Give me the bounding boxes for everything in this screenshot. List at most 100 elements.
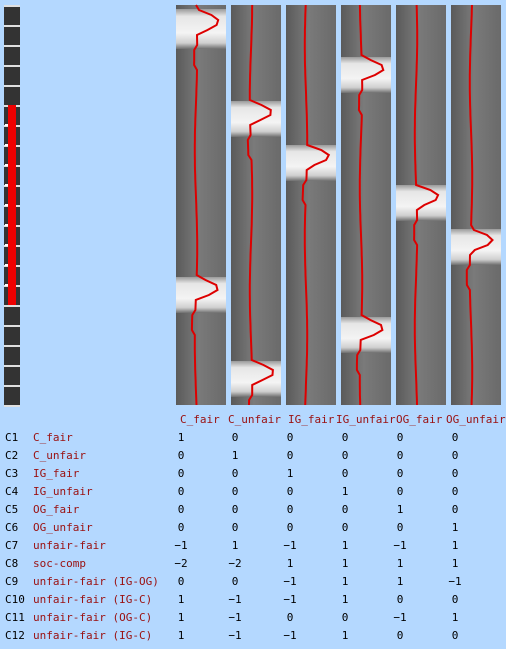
regressor-column-0 — [176, 4, 226, 406]
contrast-weight: −1 — [283, 539, 297, 552]
contrast-weight: 0 — [286, 431, 294, 444]
contrast-id: C11 — [5, 611, 25, 624]
regressor-column-2 — [286, 4, 336, 406]
contrast-name: unfair-fair (IG-C) — [33, 629, 153, 642]
contrast-id: C1 — [5, 431, 19, 444]
contrast-weight: 0 — [396, 485, 404, 498]
contrast-weight: 0 — [341, 467, 349, 480]
contrast-table: C1 C_fair 1 0 0 0 0 0 C2 C_unfair 0 1 0 0 0 0 C3 IG_fair 0… — [0, 429, 506, 645]
contrast-weight: 0 — [341, 521, 349, 534]
contrast-id: C12 — [5, 629, 25, 642]
contrast-weight: 0 — [177, 449, 185, 462]
contrast-name: C_fair — [33, 431, 73, 444]
regressor-column-5 — [451, 4, 501, 406]
contrast-weight: 0 — [341, 431, 349, 444]
contrast-id: C6 — [5, 521, 19, 534]
contrast-weight: 1 — [451, 521, 459, 534]
contrast-row[interactable]: C8 soc-comp −2 −2 1 1 1 1 — [0, 555, 506, 573]
contrast-weight: 0 — [177, 521, 185, 534]
contrast-weight: 0 — [451, 593, 459, 606]
contrast-weight: 1 — [396, 557, 404, 570]
contrast-row[interactable]: C1 C_fair 1 0 0 0 0 0 — [0, 429, 506, 447]
regressor-label: OG_fair — [396, 413, 443, 426]
contrast-weight: −1 — [283, 629, 297, 642]
contrast-weight: 0 — [396, 431, 404, 444]
contrast-weight: 0 — [231, 485, 239, 498]
contrast-weight: 1 — [177, 611, 185, 624]
regressor-block — [396, 185, 446, 221]
contrast-weight: 0 — [451, 629, 459, 642]
contrast-name: soc-comp — [33, 557, 86, 570]
contrast-row[interactable]: C12 unfair-fair (IG-C) 1 −1 −1 1 0 0 — [0, 627, 506, 645]
contrast-weight: 0 — [451, 431, 459, 444]
regressor-background — [286, 5, 336, 405]
contrast-id: C8 — [5, 557, 19, 570]
contrast-weight: 1 — [451, 557, 459, 570]
contrast-weight: 1 — [341, 557, 349, 570]
contrast-weight: 0 — [451, 449, 459, 462]
contrast-weight: 0 — [177, 485, 185, 498]
contrast-weight: 0 — [451, 503, 459, 516]
contrast-weight: 0 — [286, 503, 294, 516]
contrast-weight: 1 — [341, 629, 349, 642]
contrast-weight: 0 — [396, 593, 404, 606]
regressor-column-1 — [231, 4, 281, 406]
regressor-block — [176, 9, 226, 49]
contrast-id: C4 — [5, 485, 19, 498]
regressor-block — [231, 361, 281, 397]
contrast-id: C7 — [5, 539, 19, 552]
regressor-block — [451, 229, 501, 265]
regressor-block — [176, 277, 226, 313]
contrast-weight: 0 — [177, 503, 185, 516]
contrast-weight: −1 — [228, 593, 242, 606]
regressor-block — [231, 101, 281, 137]
contrast-weight: 1 — [341, 575, 349, 588]
contrast-name: unfair-fair — [33, 539, 106, 552]
contrast-id: C5 — [5, 503, 19, 516]
contrast-row[interactable]: C5 OG_fair 0 0 0 0 1 0 — [0, 501, 506, 519]
contrast-row[interactable]: C3 IG_fair 0 0 1 0 0 0 — [0, 465, 506, 483]
contrast-weight: −1 — [228, 611, 242, 624]
regressor-label: OG_unfair — [446, 413, 506, 426]
contrast-weight: 0 — [286, 485, 294, 498]
contrast-row[interactable]: C11 unfair-fair (OG-C) 1 −1 0 0 −1 1 — [0, 609, 506, 627]
contrast-weight: −1 — [228, 629, 242, 642]
contrast-id: C10 — [5, 593, 25, 606]
regressor-column-3 — [341, 4, 391, 406]
contrast-id: C3 — [5, 467, 19, 480]
contrast-weight: −2 — [228, 557, 242, 570]
contrast-weight: 1 — [341, 485, 349, 498]
contrast-row[interactable]: C6 OG_unfair 0 0 0 0 0 1 — [0, 519, 506, 537]
contrast-row[interactable]: C10 unfair-fair (IG-C) 1 −1 −1 1 0 0 — [0, 591, 506, 609]
contrast-row[interactable]: C7 unfair-fair −1 1 −1 1 −1 1 — [0, 537, 506, 555]
contrast-weight: 1 — [451, 611, 459, 624]
regressor-block — [341, 317, 391, 353]
contrast-name: unfair-fair (OG-C) — [33, 611, 153, 624]
contrast-weight: 1 — [177, 629, 185, 642]
contrast-name: OG_fair — [33, 503, 80, 516]
contrast-weight: −1 — [283, 575, 297, 588]
contrast-id: C9 — [5, 575, 19, 588]
contrast-weight: −1 — [393, 539, 407, 552]
regressor-background — [451, 5, 501, 405]
contrast-weight: 0 — [286, 449, 294, 462]
contrast-name: C_unfair — [33, 449, 86, 462]
contrast-weight: 1 — [286, 467, 294, 480]
contrast-row[interactable]: C9 unfair-fair (IG-OG) 0 0 −1 1 1 −1 — [0, 573, 506, 591]
contrast-weight: 0 — [451, 485, 459, 498]
regressor-block — [341, 57, 391, 93]
regressor-column-4 — [396, 4, 446, 406]
contrast-weight: 1 — [341, 593, 349, 606]
contrast-weight: 1 — [341, 539, 349, 552]
contrast-weight: 0 — [177, 467, 185, 480]
design-matrix-plot — [176, 4, 501, 406]
contrast-weight: 0 — [396, 467, 404, 480]
contrast-row[interactable]: C4 IG_unfair 0 0 0 1 0 0 — [0, 483, 506, 501]
contrast-weight: 0 — [286, 611, 294, 624]
contrast-weight: 0 — [286, 521, 294, 534]
contrast-name: IG_fair — [33, 467, 80, 480]
contrast-weight: 0 — [396, 521, 404, 534]
contrast-row[interactable]: C2 C_unfair 0 1 0 0 0 0 — [0, 447, 506, 465]
regressor-label: IG_unfair — [336, 413, 396, 426]
regressor-block — [286, 145, 336, 181]
